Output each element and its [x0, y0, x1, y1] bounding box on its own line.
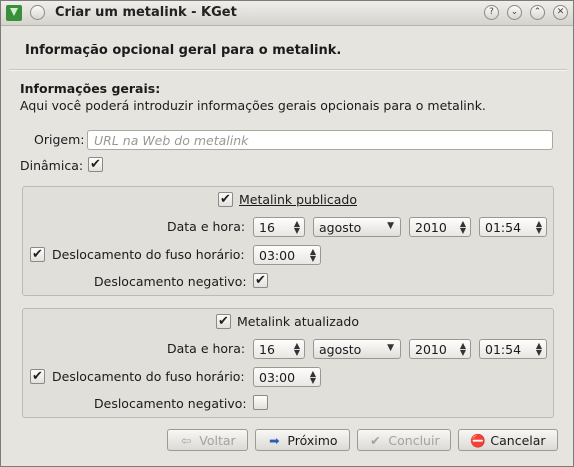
spin-arrows-icon: ▲ ▼	[459, 219, 466, 235]
published-day-spinbox[interactable]: 16 ▲ ▼	[253, 217, 305, 237]
window-menu-icon[interactable]	[30, 5, 45, 20]
published-day-value: 16	[259, 220, 275, 235]
updated-tz-checkbox[interactable]: ✔	[30, 369, 45, 384]
updated-tz-value: 03:00	[259, 370, 296, 385]
published-datetime-label: Data e hora:	[167, 219, 246, 234]
spin-arrows-icon: ▲ ▼	[459, 341, 466, 357]
published-checkbox[interactable]: ✔	[218, 192, 233, 207]
cancel-button[interactable]: ⛔ Cancelar	[458, 429, 558, 451]
close-button[interactable]: ✕	[553, 5, 568, 20]
page-heading: Informação opcional geral para o metalin…	[25, 43, 342, 58]
updated-neg-checkbox[interactable]	[253, 395, 268, 410]
dynamic-label: Dinâmica:	[20, 158, 84, 173]
updated-datetime-label: Data e hora:	[167, 341, 246, 356]
updated-checkbox[interactable]: ✔	[216, 314, 231, 329]
cancel-icon: ⛔	[470, 433, 486, 448]
section-description: Aqui você poderá introduzir informações …	[20, 98, 486, 113]
chevron-down-icon: ▼	[387, 221, 394, 231]
origin-label: Origem:	[34, 132, 85, 147]
arrow-right-icon: ➡	[269, 433, 280, 448]
updated-neg-label: Deslocamento negativo:	[94, 396, 247, 411]
back-button[interactable]: ⇦ Voltar	[167, 429, 248, 451]
published-month-combobox[interactable]: agosto ▼	[313, 217, 401, 237]
published-title-text: Metalink publicado	[239, 192, 357, 207]
updated-day-value: 16	[259, 342, 275, 357]
spin-arrows-icon: ▲ ▼	[535, 219, 542, 235]
updated-day-spinbox[interactable]: 16 ▲ ▼	[253, 339, 305, 359]
updated-year-value: 2010	[415, 342, 447, 357]
chevron-down-icon: ▼	[387, 343, 394, 353]
updated-tz-spinbox[interactable]: 03:00 ▲ ▼	[253, 367, 321, 387]
spin-arrows-icon: ▲ ▼	[293, 341, 300, 357]
dynamic-checkbox[interactable]: ✔	[88, 157, 103, 172]
updated-time-value: 01:54	[485, 342, 522, 357]
updated-group: ✔ Metalink atualizado Data e hora: 16 ▲ ▼ …	[22, 308, 554, 418]
published-tz-value: 03:00	[259, 248, 296, 263]
published-time-value: 01:54	[485, 220, 522, 235]
published-group: ✔ Metalink publicado Data e hora: 16 ▲ ▼ a…	[22, 186, 554, 296]
maximize-button[interactable]: ⌃	[530, 5, 545, 20]
finish-label: Concluir	[388, 433, 440, 448]
spin-arrows-icon: ▲ ▼	[535, 341, 542, 357]
spin-arrows-icon: ▲ ▼	[293, 219, 300, 235]
updated-tz-label: Deslocamento do fuso horário:	[52, 369, 245, 384]
published-year-spinbox[interactable]: 2010 ▲ ▼	[409, 217, 471, 237]
check-icon: ✔	[370, 433, 381, 448]
minimize-button[interactable]: ⌄	[507, 5, 522, 20]
updated-month-combobox[interactable]: agosto ▼	[313, 339, 401, 359]
section-title: Informações gerais:	[20, 81, 161, 96]
published-title: Metalink publicado	[239, 192, 357, 207]
next-button[interactable]: ➡ Próximo	[255, 429, 350, 451]
published-neg-label: Deslocamento negativo:	[94, 274, 247, 289]
back-label: Voltar	[199, 433, 236, 448]
divider	[9, 69, 567, 71]
published-tz-spinbox[interactable]: 03:00 ▲ ▼	[253, 245, 321, 265]
published-month-value: agosto	[319, 220, 362, 235]
window-title: Criar um metalink - KGet	[55, 5, 237, 20]
title-bar[interactable]: Criar um metalink - KGet ? ⌄ ⌃ ✕	[1, 1, 573, 26]
next-label: Próximo	[287, 433, 338, 448]
updated-year-spinbox[interactable]: 2010 ▲ ▼	[409, 339, 471, 359]
dialog-window: Criar um metalink - KGet ? ⌄ ⌃ ✕ Informa…	[0, 0, 574, 467]
updated-time-spinbox[interactable]: 01:54 ▲ ▼	[479, 339, 547, 359]
published-year-value: 2010	[415, 220, 447, 235]
spin-arrows-icon: ▲ ▼	[309, 247, 316, 263]
published-tz-checkbox[interactable]: ✔	[30, 247, 45, 262]
published-tz-label: Deslocamento do fuso horário:	[52, 247, 245, 262]
kget-app-icon[interactable]	[6, 5, 22, 21]
updated-month-value: agosto	[319, 342, 362, 357]
published-time-spinbox[interactable]: 01:54 ▲ ▼	[479, 217, 547, 237]
help-button[interactable]: ?	[484, 5, 499, 20]
cancel-label: Cancelar	[490, 433, 546, 448]
spin-arrows-icon: ▲ ▼	[309, 369, 316, 385]
updated-title: Metalink atualizado	[237, 314, 360, 329]
published-neg-checkbox[interactable]: ✔	[253, 273, 268, 288]
arrow-left-icon: ⇦	[181, 433, 192, 448]
origin-input[interactable]: URL na Web do metalink	[87, 130, 553, 150]
finish-button[interactable]: ✔ Concluir	[357, 429, 451, 451]
